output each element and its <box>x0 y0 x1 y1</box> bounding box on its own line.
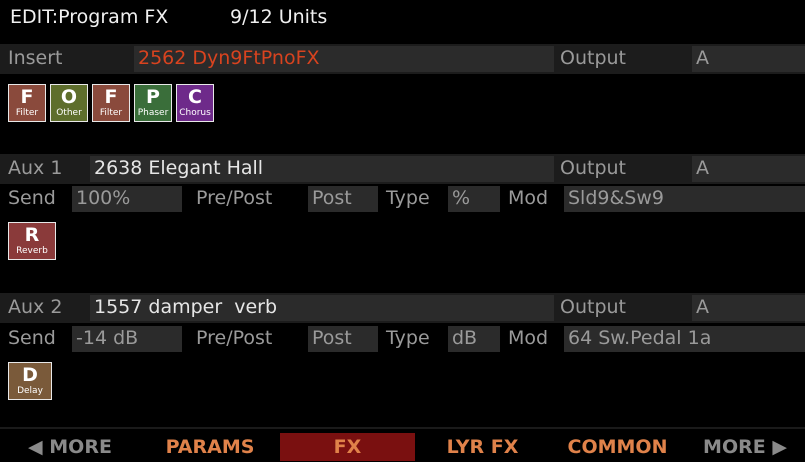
aux1-mod-label: Mod <box>508 187 549 209</box>
fx-badge-chorus[interactable]: C Chorus <box>176 84 214 122</box>
aux2-type-field[interactable]: dB <box>448 326 500 352</box>
fx-badge-phaser[interactable]: P Phaser <box>134 84 172 122</box>
aux1-mod-value: Sld9&Sw9 <box>568 187 664 209</box>
fx-badge-name: Reverb <box>16 246 48 256</box>
aux2-prepost-value: Post <box>312 327 352 349</box>
aux1-output-field[interactable]: A <box>692 156 805 182</box>
fx-badge-delay[interactable]: D Delay <box>8 362 52 400</box>
tab-lyr-fx[interactable]: LYR FX <box>415 433 550 461</box>
fx-badge-name: Phaser <box>137 108 169 118</box>
aux2-mod-label: Mod <box>508 327 549 349</box>
aux2-fx-chain: D Delay <box>8 362 68 402</box>
aux1-output-value: A <box>696 157 709 179</box>
tab-more-right[interactable]: MORE ▶ <box>685 433 805 461</box>
aux1-preset-field[interactable]: 2638 Elegant Hall <box>90 156 554 182</box>
aux1-type-value: % <box>452 187 471 209</box>
aux2-preset-value: 1557 damper verb <box>94 296 278 318</box>
aux2-output-field[interactable]: A <box>692 295 805 321</box>
fx-badge-name: Chorus <box>179 108 211 118</box>
fx-badge-filter[interactable]: F Filter <box>92 84 130 122</box>
fx-badge-other[interactable]: O Other <box>50 84 88 122</box>
aux2-prepost-label: Pre/Post <box>196 327 273 349</box>
insert-output-value: A <box>696 47 709 69</box>
aux2-output-label: Output <box>560 296 626 318</box>
footer-divider <box>0 427 805 429</box>
fx-badge-name: Other <box>56 108 82 118</box>
aux2-send-field[interactable]: -14 dB <box>72 326 182 352</box>
page-title: EDIT:Program FX <box>10 6 169 28</box>
insert-output-label: Output <box>560 47 626 69</box>
aux2-prepost-field[interactable]: Post <box>308 326 378 352</box>
aux1-send-field[interactable]: 100% <box>72 186 182 212</box>
aux1-output-label: Output <box>560 157 626 179</box>
aux1-row: Aux 1 2638 Elegant Hall Output A <box>0 154 805 184</box>
insert-fx-chain: F Filter O Other F Filter P Phaser C Cho… <box>8 84 268 124</box>
insert-row: Insert 2562 Dyn9FtPnoFX Output A <box>0 44 805 74</box>
aux2-mod-field[interactable]: 64 Sw.Pedal 1a <box>564 326 805 352</box>
aux1-preset-value: 2638 Elegant Hall <box>94 157 264 179</box>
header-bar: EDIT:Program FX 9/12 Units <box>0 0 805 36</box>
aux2-preset-field[interactable]: 1557 damper verb <box>90 295 554 321</box>
fx-badge-name: Filter <box>99 108 123 118</box>
fx-badge-letter: P <box>146 86 160 108</box>
fx-badge-letter: F <box>20 86 34 108</box>
aux2-send-row: Send -14 dB Pre/Post Post Type dB Mod 64… <box>0 324 805 354</box>
aux1-mod-field[interactable]: Sld9&Sw9 <box>564 186 805 212</box>
aux1-fx-chain: R Reverb <box>8 222 68 262</box>
aux2-label: Aux 2 <box>8 296 63 318</box>
softkey-bar: ◀ MORE PARAMS FX LYR FX COMMON MORE ▶ <box>0 431 805 462</box>
aux2-type-value: dB <box>452 327 478 349</box>
aux1-type-field[interactable]: % <box>448 186 500 212</box>
aux1-send-row: Send 100% Pre/Post Post Type % Mod Sld9&… <box>0 184 805 214</box>
aux1-send-label: Send <box>8 187 56 209</box>
aux1-prepost-value: Post <box>312 187 352 209</box>
tab-params[interactable]: PARAMS <box>140 433 280 461</box>
insert-output-field[interactable]: A <box>692 46 805 72</box>
aux2-type-label: Type <box>386 327 430 349</box>
fx-badge-filter[interactable]: F Filter <box>8 84 46 122</box>
insert-preset-value: 2562 Dyn9FtPnoFX <box>138 47 320 69</box>
aux2-send-value: -14 dB <box>76 327 139 349</box>
insert-preset-field[interactable]: 2562 Dyn9FtPnoFX <box>134 46 554 72</box>
fx-badge-letter: O <box>60 86 78 108</box>
fx-badge-letter: R <box>24 224 40 246</box>
aux1-type-label: Type <box>386 187 430 209</box>
fx-badge-reverb[interactable]: R Reverb <box>8 222 56 260</box>
fx-badge-letter: C <box>188 86 202 108</box>
fx-badge-letter: F <box>104 86 118 108</box>
tab-more-left[interactable]: ◀ MORE <box>0 433 140 461</box>
tab-fx[interactable]: FX <box>280 433 415 461</box>
aux2-row: Aux 2 1557 damper verb Output A <box>0 293 805 323</box>
aux1-send-value: 100% <box>76 187 131 209</box>
fx-badge-letter: D <box>22 364 38 386</box>
aux2-mod-value: 64 Sw.Pedal 1a <box>568 327 712 349</box>
aux1-prepost-field[interactable]: Post <box>308 186 378 212</box>
aux2-send-label: Send <box>8 327 56 349</box>
tab-common[interactable]: COMMON <box>550 433 685 461</box>
insert-label: Insert <box>8 47 63 69</box>
fx-badge-name: Filter <box>15 108 39 118</box>
aux1-prepost-label: Pre/Post <box>196 187 273 209</box>
aux1-label: Aux 1 <box>8 157 63 179</box>
fx-badge-name: Delay <box>17 386 43 396</box>
units-counter: 9/12 Units <box>230 6 328 28</box>
aux2-output-value: A <box>696 296 709 318</box>
